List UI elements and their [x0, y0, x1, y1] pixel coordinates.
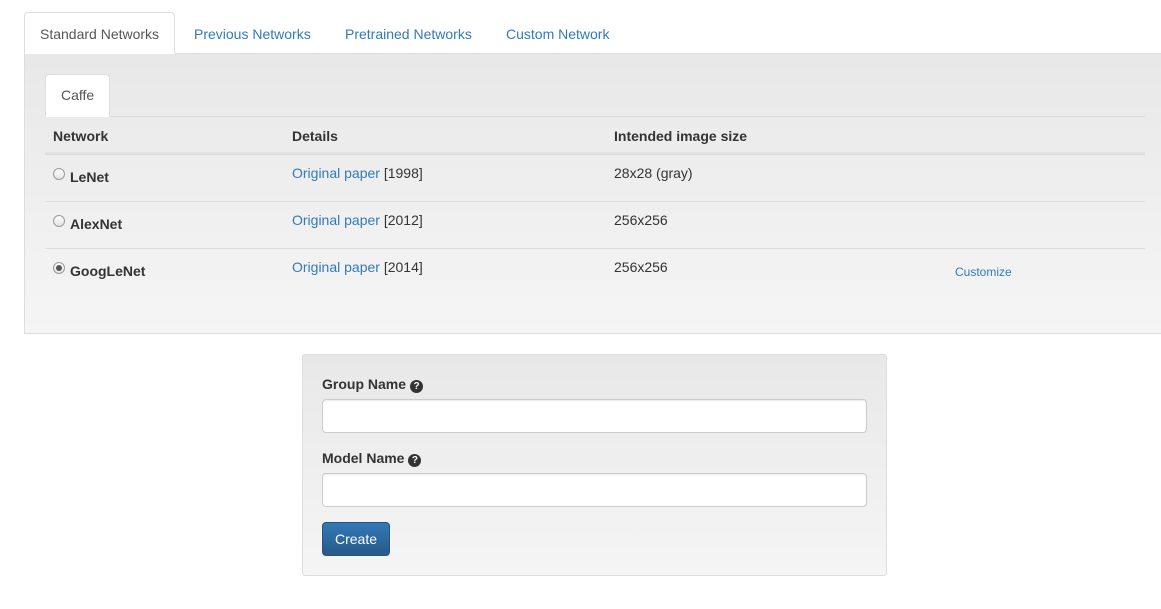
- network-cell: AlexNet: [53, 212, 122, 232]
- details-cell: Original paper [2012]: [292, 212, 423, 228]
- original-paper-link[interactable]: Original paper: [292, 259, 380, 275]
- header-details: Details: [292, 128, 338, 144]
- header-network: Network: [53, 128, 109, 144]
- group-name-label: Group Name?: [322, 376, 424, 393]
- tab-pretrained-networks[interactable]: Pretrained Networks: [329, 12, 488, 54]
- question-circle-icon[interactable]: ?: [408, 454, 422, 467]
- table-row: LeNet Original paper [1998] 28x28 (gray): [45, 154, 1145, 201]
- image-size-cell: 28x28 (gray): [614, 165, 693, 181]
- model-name-label: Model Name?: [322, 450, 422, 467]
- tab-previous-networks[interactable]: Previous Networks: [178, 12, 327, 54]
- model-form-panel: Group Name? Model Name? Create: [302, 354, 887, 576]
- network-radio-googlenet[interactable]: [53, 262, 65, 274]
- paper-year: [2012]: [383, 212, 423, 228]
- original-paper-link[interactable]: Original paper: [292, 212, 380, 228]
- network-name: LeNet: [70, 169, 109, 185]
- tab-standard-networks[interactable]: Standard Networks: [24, 12, 176, 54]
- group-name-input[interactable]: [322, 399, 867, 433]
- image-size-cell: 256x256: [614, 259, 668, 275]
- network-name: GoogLeNet: [70, 263, 146, 279]
- tab-caffe[interactable]: Caffe: [45, 74, 111, 117]
- create-button[interactable]: Create: [322, 522, 390, 556]
- image-size-cell: 256x256: [614, 212, 668, 228]
- original-paper-link[interactable]: Original paper: [292, 165, 380, 181]
- table-row: GoogLeNet Original paper [2014] 256x256 …: [45, 248, 1145, 295]
- model-name-label-text: Model Name: [322, 450, 405, 466]
- network-cell: LeNet: [53, 165, 109, 185]
- network-radio-lenet[interactable]: [53, 168, 65, 180]
- details-cell: Original paper [1998]: [292, 165, 423, 181]
- paper-year: [2014]: [383, 259, 423, 275]
- customize-link[interactable]: Customize: [955, 265, 1012, 279]
- standard-networks-panel: Caffe Network Details Intended image siz…: [24, 53, 1161, 334]
- network-cell: GoogLeNet: [53, 259, 145, 279]
- question-circle-icon[interactable]: ?: [410, 380, 424, 393]
- tab-custom-network[interactable]: Custom Network: [490, 12, 625, 54]
- network-radio-alexnet[interactable]: [53, 215, 65, 227]
- network-type-tabs: Standard Networks Previous Networks Pret…: [24, 12, 1161, 54]
- network-name: AlexNet: [70, 216, 123, 232]
- model-name-input[interactable]: [322, 473, 867, 507]
- header-image-size: Intended image size: [614, 128, 748, 144]
- table-row: AlexNet Original paper [2012] 256x256: [45, 201, 1145, 248]
- group-name-label-text: Group Name: [322, 376, 407, 392]
- table-header: Network Details Intended image size: [45, 117, 1145, 154]
- details-cell: Original paper [2014]: [292, 259, 423, 275]
- networks-table: Network Details Intended image size LeNe…: [45, 117, 1145, 295]
- paper-year: [1998]: [383, 165, 423, 181]
